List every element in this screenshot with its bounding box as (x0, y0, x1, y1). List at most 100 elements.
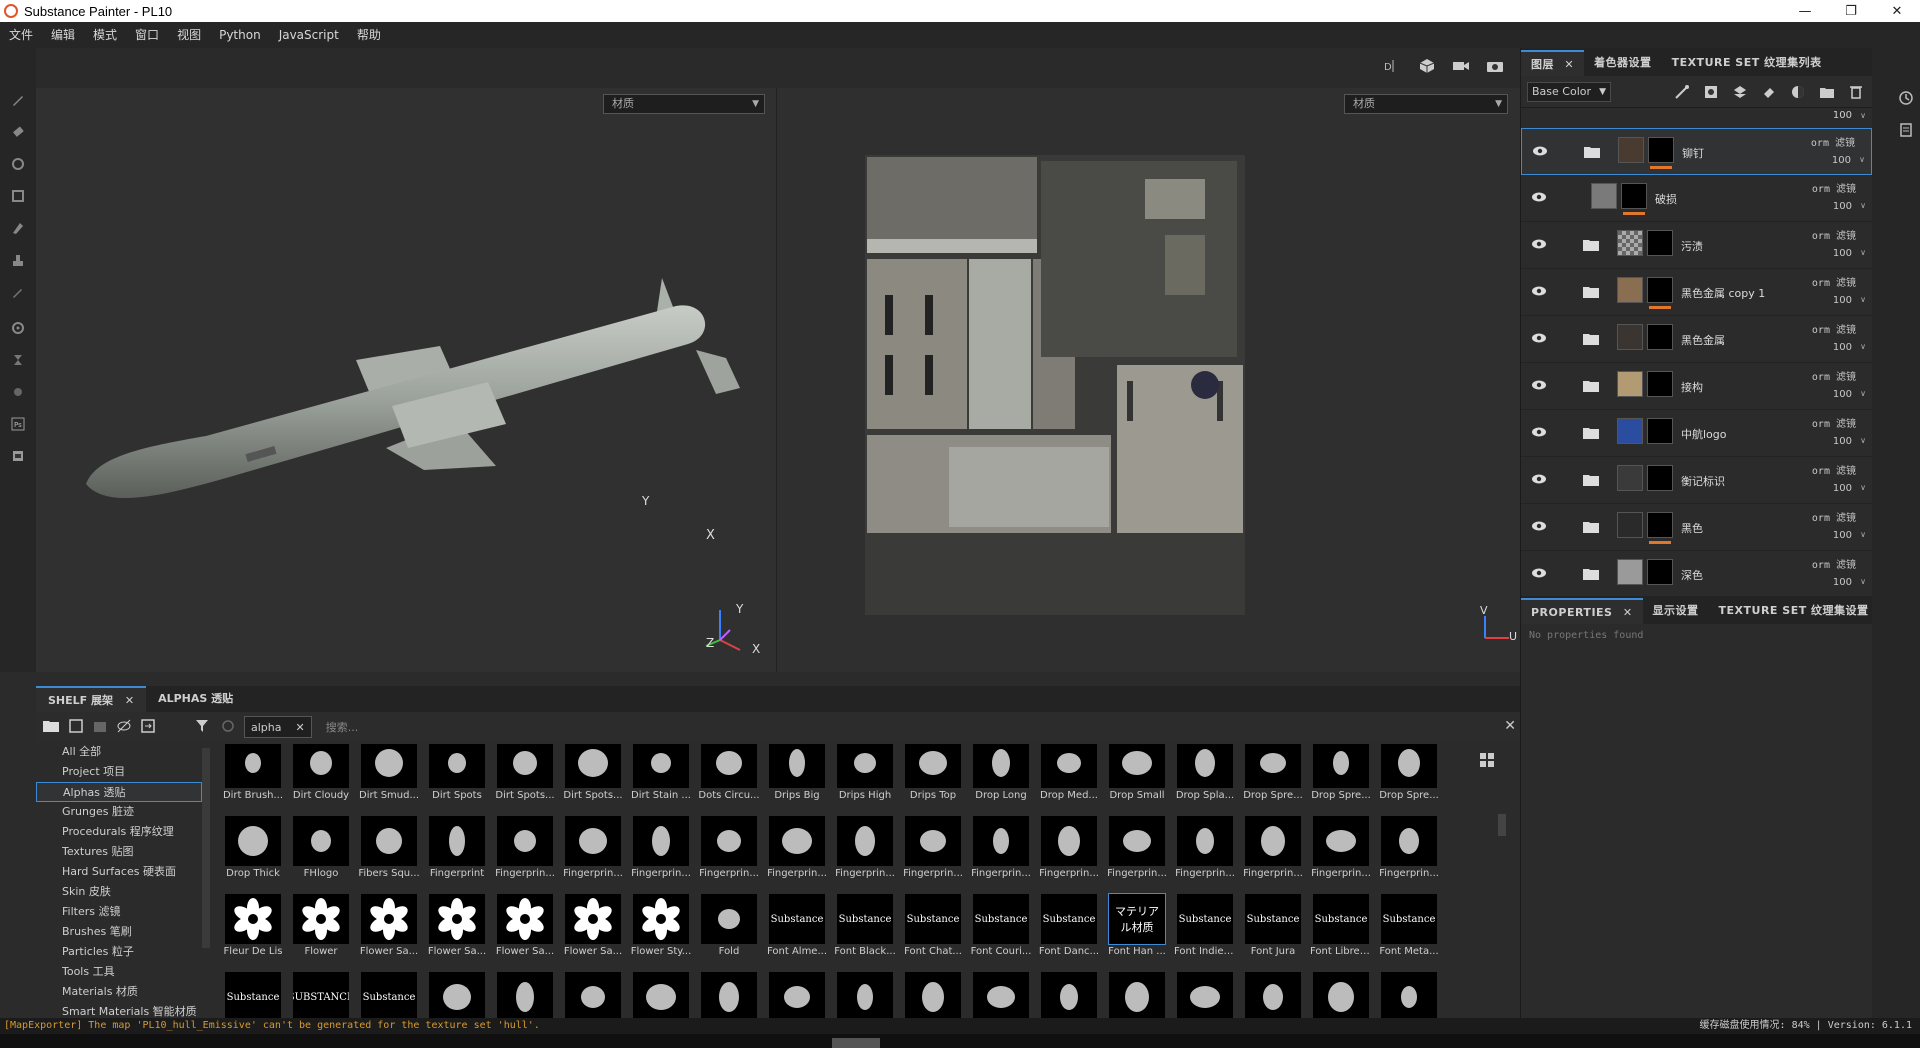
smart-mask-icon[interactable] (1788, 82, 1808, 102)
eye-icon[interactable] (1531, 332, 1547, 344)
tab-texture-set-list[interactable]: TEXTURE SET 纹理集列表 (1662, 50, 1832, 76)
alpha-resource-item[interactable]: Fingerprin... (970, 816, 1032, 879)
alpha-resource-item[interactable]: Fingerprin... (494, 816, 556, 879)
plugin-icon[interactable] (0, 376, 36, 408)
layer-blend-mode[interactable]: orm 滤镜 (1812, 415, 1856, 430)
layer-blend-mode[interactable]: orm 滤镜 (1812, 509, 1856, 524)
category-item[interactable]: All 全部 (36, 742, 202, 762)
close-icon[interactable]: ✕ (125, 694, 134, 707)
layer-row[interactable]: 污渍 orm 滤镜 100 ∨ (1521, 222, 1872, 269)
geometry-fill-icon[interactable] (0, 180, 36, 212)
layer-mask-thumbnail[interactable] (1647, 465, 1673, 491)
layer-mask-thumbnail[interactable] (1647, 277, 1673, 303)
menu-edit[interactable]: 编辑 (42, 22, 84, 48)
menu-window[interactable]: 窗口 (126, 22, 168, 48)
layer-opacity[interactable]: 100 (1833, 295, 1852, 306)
layer-opacity[interactable]: 100 (1833, 483, 1852, 494)
alpha-resource-item[interactable] (1242, 972, 1304, 1018)
layer-mask-thumbnail[interactable] (1647, 512, 1673, 538)
layer-blend-mode[interactable]: orm 滤镜 (1812, 556, 1856, 571)
hide-icon[interactable] (116, 718, 132, 737)
category-item[interactable]: Hard Surfaces 硬表面 (36, 862, 202, 882)
photoshop-icon[interactable]: Ps (0, 408, 36, 440)
close-icon[interactable]: ✕ (296, 721, 305, 734)
alpha-resource-item[interactable]: Substance Font Libre ... (1310, 894, 1372, 957)
chevron-down-icon[interactable]: ∨ (1860, 201, 1866, 210)
grid-scrollbar[interactable] (1498, 814, 1506, 836)
alpha-resource-item[interactable] (562, 972, 624, 1018)
alpha-resource-item[interactable]: Drop Spre... (1242, 744, 1304, 801)
alpha-resource-item[interactable]: Substance Font Jura (1242, 894, 1304, 957)
alpha-resource-item[interactable]: Fingerprin... (1378, 816, 1440, 879)
alpha-resource-item[interactable]: Fingerprin... (630, 816, 692, 879)
layer-row[interactable]: 黑色金属 orm 滤镜 100 ∨ (1521, 316, 1872, 363)
alpha-resource-item[interactable]: Dirt Spots (426, 744, 488, 801)
tab-display-settings[interactable]: 显示设置 (1643, 598, 1709, 624)
tab-texture-set-settings[interactable]: TEXTURE SET 纹理集设置 (1709, 598, 1879, 624)
delete-layer-icon[interactable] (1846, 82, 1866, 102)
layer-opacity[interactable]: 100 (1833, 342, 1852, 353)
layer-mask-thumbnail[interactable] (1647, 418, 1673, 444)
clone-icon[interactable] (0, 244, 36, 276)
alpha-resource-item[interactable]: Substance Font Danc... (1038, 894, 1100, 957)
eye-icon[interactable] (1531, 191, 1547, 203)
layer-row[interactable]: 破损 orm 滤镜 100 ∨ (1521, 175, 1872, 222)
layer-blend-mode[interactable]: orm 滤镜 (1812, 180, 1856, 195)
alpha-resource-item[interactable]: Dirt Brush... (222, 744, 284, 801)
alpha-resource-item[interactable]: Substance Font Meta... (1378, 894, 1440, 957)
layer-opacity[interactable]: 100 (1833, 201, 1852, 212)
minimize-button[interactable]: — (1782, 0, 1828, 22)
chevron-down-icon[interactable]: ∨ (1860, 389, 1866, 398)
alpha-resource-item[interactable]: Fingerprin... (698, 816, 760, 879)
alpha-resource-item[interactable]: Drop Med... (1038, 744, 1100, 801)
eye-icon[interactable] (1531, 520, 1547, 532)
layer-blend-mode[interactable]: orm 滤镜 (1811, 134, 1855, 149)
layer-mask-thumbnail[interactable] (1647, 371, 1673, 397)
layer-opacity[interactable]: 100 (1833, 436, 1852, 447)
chevron-down-icon[interactable]: ∨ (1860, 483, 1866, 492)
archive-icon[interactable] (92, 718, 108, 737)
alpha-resource-item[interactable]: Fingerprin... (1310, 816, 1372, 879)
alpha-resource-item[interactable]: Dirt Stain ... (630, 744, 692, 801)
alpha-resource-item[interactable]: Drop Spre... (1310, 744, 1372, 801)
tab-alphas[interactable]: ALPHAS 透贴 (146, 686, 245, 712)
maximize-button[interactable]: ❐ (1828, 0, 1874, 22)
chevron-down-icon[interactable]: ∨ (1860, 342, 1866, 351)
alpha-resource-item[interactable]: Fingerprin... (1038, 816, 1100, 879)
alpha-resource-item[interactable]: Flower Sa... (494, 894, 556, 957)
new-shelf-icon[interactable] (68, 718, 84, 737)
eraser-icon[interactable] (0, 116, 36, 148)
layer-row[interactable]: 衡记标识 orm 滤镜 100 ∨ (1521, 457, 1872, 504)
alpha-resource-item[interactable]: Fingerprint (426, 816, 488, 879)
close-button[interactable]: ✕ (1874, 0, 1920, 22)
add-effect-icon[interactable] (1672, 82, 1692, 102)
export-icon[interactable] (0, 440, 36, 472)
layer-opacity[interactable]: 100 (1833, 389, 1852, 400)
alpha-resource-item[interactable]: Substance Font Indie ... (1174, 894, 1236, 957)
alpha-resource-item[interactable]: Dirt Spots... (494, 744, 556, 801)
alpha-resource-item[interactable] (1174, 972, 1236, 1018)
alpha-resource-item[interactable] (630, 972, 692, 1018)
add-fill-layer-icon[interactable] (1730, 82, 1750, 102)
filter-icon[interactable] (194, 718, 210, 737)
refresh-icon[interactable] (220, 718, 236, 737)
alpha-resource-item[interactable]: Flower (290, 894, 352, 957)
add-paint-layer-icon[interactable] (1759, 82, 1779, 102)
alpha-resource-item[interactable]: Dirt Cloudy (290, 744, 352, 801)
close-icon[interactable]: ✕ (1623, 606, 1633, 619)
layer-row[interactable]: 接构 orm 滤镜 100 ∨ (1521, 363, 1872, 410)
layer-blend-mode[interactable]: orm 滤镜 (1812, 462, 1856, 477)
alpha-resource-item[interactable]: Substance Font Alme... (766, 894, 828, 957)
alpha-resource-item[interactable]: Flower Sa... (426, 894, 488, 957)
alpha-resource-item[interactable]: Dirt Smud... (358, 744, 420, 801)
layer-opacity[interactable]: 100 (1832, 155, 1851, 166)
import-icon[interactable] (140, 718, 156, 737)
menu-file[interactable]: 文件 (0, 22, 42, 48)
chevron-down-icon[interactable]: ∨ (1860, 577, 1866, 586)
clear-search-icon[interactable]: ✕ (1504, 718, 1516, 734)
chevron-down-icon[interactable]: ∨ (1860, 436, 1866, 445)
alpha-resource-item[interactable]: Flower Sa... (562, 894, 624, 957)
category-item[interactable]: Skin 皮肤 (36, 882, 202, 902)
alpha-resource-item[interactable]: Substance Font Black... (834, 894, 896, 957)
layer-blend-mode[interactable]: orm 滤镜 (1812, 321, 1856, 336)
